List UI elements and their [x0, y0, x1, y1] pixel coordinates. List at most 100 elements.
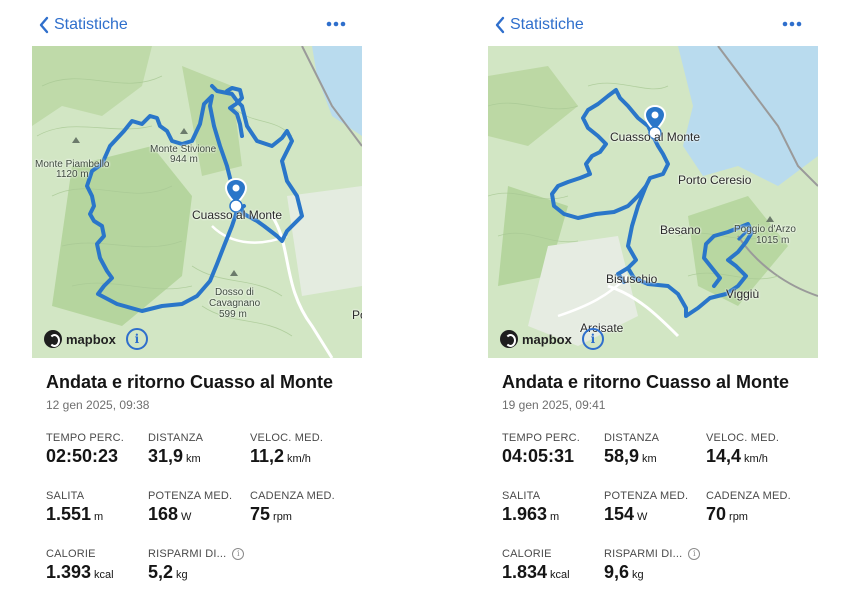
- mapbox-attribution[interactable]: mapbox i: [500, 328, 604, 350]
- stat-salita: SALITA 1.551 m: [46, 490, 146, 525]
- stat-value: 1.834: [502, 562, 548, 582]
- stat-label: VELOC. MED.: [250, 432, 324, 444]
- map-canvas: [488, 46, 818, 358]
- stat-value: 31,9: [148, 446, 184, 466]
- activity-title: Andata e ritorno Cuasso al Monte: [46, 372, 334, 392]
- stat-label: POTENZA MED.: [148, 490, 233, 502]
- activity-date: 19 gen 2025, 09:41: [502, 398, 606, 412]
- chevron-left-icon: [39, 16, 49, 34]
- map-canvas: [32, 46, 362, 358]
- stat-value: 58,9: [604, 446, 640, 466]
- back-label: Statistiche: [54, 16, 128, 33]
- ellipsis-icon[interactable]: [324, 16, 348, 32]
- back-button[interactable]: Statistiche: [38, 13, 128, 37]
- activity-screen-1: Statistiche Monte Piambello 1120 m Monte…: [32, 0, 362, 600]
- mapbox-logo-icon: [500, 330, 518, 348]
- stat-unit: km/h: [744, 453, 768, 465]
- mapbox-text: mapbox: [66, 331, 116, 347]
- map-label: 599 m: [219, 309, 247, 320]
- stat-label: TEMPO PERC.: [502, 432, 580, 444]
- stat-value: 9,6: [604, 562, 630, 582]
- stat-velocita: VELOC. MED. 11,2 km/h: [250, 432, 350, 467]
- map-label: 944 m: [170, 154, 198, 165]
- stat-label: RISPARMI DI...: [148, 548, 227, 560]
- stat-label: CALORIE: [46, 548, 96, 560]
- stat-unit: kg: [632, 569, 644, 581]
- info-icon[interactable]: i: [125, 328, 148, 350]
- activity-card: Andata e ritorno Cuasso al Monte 19 gen …: [488, 358, 818, 600]
- nav-bar: Statistiche: [32, 0, 362, 46]
- stat-calorie: CALORIE 1.834 kcal: [502, 548, 602, 583]
- map-label: 1120 m: [56, 169, 89, 180]
- stat-cadenza: CADENZA MED. 70 rpm: [706, 490, 806, 525]
- map-label: Bisuschio: [606, 272, 658, 286]
- stat-value: 11,2: [250, 446, 285, 466]
- info-icon[interactable]: i: [688, 548, 701, 560]
- stat-distanza: DISTANZA 58,9 km: [604, 432, 704, 467]
- stat-unit: kcal: [550, 569, 570, 581]
- stat-unit: kg: [176, 569, 188, 581]
- back-label: Statistiche: [510, 16, 584, 33]
- activity-title: Andata e ritorno Cuasso al Monte: [502, 372, 790, 392]
- mapbox-attribution[interactable]: mapbox i: [44, 328, 148, 350]
- stat-value: 75: [250, 504, 271, 524]
- stat-salita: SALITA 1.963 m: [502, 490, 602, 525]
- stat-velocita: VELOC. MED. 14,4 km/h: [706, 432, 806, 467]
- map-label: Cuasso al Monte: [192, 208, 283, 222]
- nav-bar: Statistiche: [488, 0, 818, 46]
- stat-distanza: DISTANZA 31,9 km: [148, 432, 248, 467]
- stat-calorie: CALORIE 1.393 kcal: [46, 548, 146, 583]
- stat-value: 02:50:23: [46, 446, 119, 466]
- stat-risparmi[interactable]: RISPARMI DI... i 9,6 kg: [604, 548, 724, 583]
- map-label: Poggio d'Arzo: [734, 224, 796, 235]
- map-label: Cuasso al Monte: [610, 130, 701, 144]
- route-map[interactable]: Monte Piambello 1120 m Monte Stivione 94…: [32, 46, 362, 358]
- map-label: Porto Ceresio: [678, 173, 752, 187]
- stat-cadenza: CADENZA MED. 75 rpm: [250, 490, 350, 525]
- stat-label: DISTANZA: [148, 432, 204, 444]
- stat-unit: W: [637, 511, 648, 523]
- map-label: Dosso di: [215, 287, 254, 298]
- ellipsis-icon[interactable]: [780, 16, 804, 32]
- map-label: Viggiù: [726, 287, 760, 301]
- stat-label: TEMPO PERC.: [46, 432, 124, 444]
- info-icon[interactable]: i: [581, 328, 604, 350]
- stat-unit: W: [181, 511, 192, 523]
- stat-unit: rpm: [273, 511, 292, 523]
- stat-label: SALITA: [502, 490, 541, 502]
- mapbox-text: mapbox: [522, 331, 572, 347]
- stat-value: 04:05:31: [502, 446, 575, 466]
- stat-unit: m: [550, 511, 560, 523]
- stat-unit: km/h: [287, 453, 311, 465]
- activity-screen-2: Statistiche Cuasso al Monte Porto Ceresi…: [488, 0, 818, 600]
- activity-card: Andata e ritorno Cuasso al Monte 12 gen …: [32, 358, 362, 600]
- stat-risparmi[interactable]: RISPARMI DI... i 5,2 kg: [148, 548, 268, 583]
- activity-date: 12 gen 2025, 09:38: [46, 398, 150, 412]
- stat-unit: km: [642, 453, 657, 465]
- stat-label: CALORIE: [502, 548, 552, 560]
- stat-potenza: POTENZA MED. 154 W: [604, 490, 704, 525]
- map-label: Besano: [660, 223, 701, 237]
- stat-label: SALITA: [46, 490, 85, 502]
- stat-label: POTENZA MED.: [604, 490, 689, 502]
- map-label: Po: [352, 308, 362, 322]
- route-map[interactable]: Cuasso al Monte Porto Ceresio Besano Pog…: [488, 46, 818, 358]
- back-button[interactable]: Statistiche: [494, 13, 584, 37]
- stat-unit: km: [186, 453, 201, 465]
- stat-unit: m: [94, 511, 104, 523]
- stat-label: CADENZA MED.: [706, 490, 791, 502]
- stat-unit: kcal: [94, 569, 114, 581]
- map-label: Cavagnano: [209, 298, 261, 309]
- stat-potenza: POTENZA MED. 168 W: [148, 490, 248, 525]
- stat-value: 5,2: [148, 562, 174, 582]
- chevron-left-icon: [495, 16, 505, 34]
- stat-value: 1.393: [46, 562, 92, 582]
- info-icon[interactable]: i: [232, 548, 245, 560]
- stat-value: 70: [706, 504, 727, 524]
- stat-value: 168: [148, 504, 179, 524]
- stat-label: VELOC. MED.: [706, 432, 780, 444]
- stat-value: 14,4: [706, 446, 742, 466]
- stat-tempo: TEMPO PERC. 02:50:23: [46, 432, 146, 467]
- map-label: 1015 m: [756, 235, 790, 246]
- stat-label: RISPARMI DI...: [604, 548, 683, 560]
